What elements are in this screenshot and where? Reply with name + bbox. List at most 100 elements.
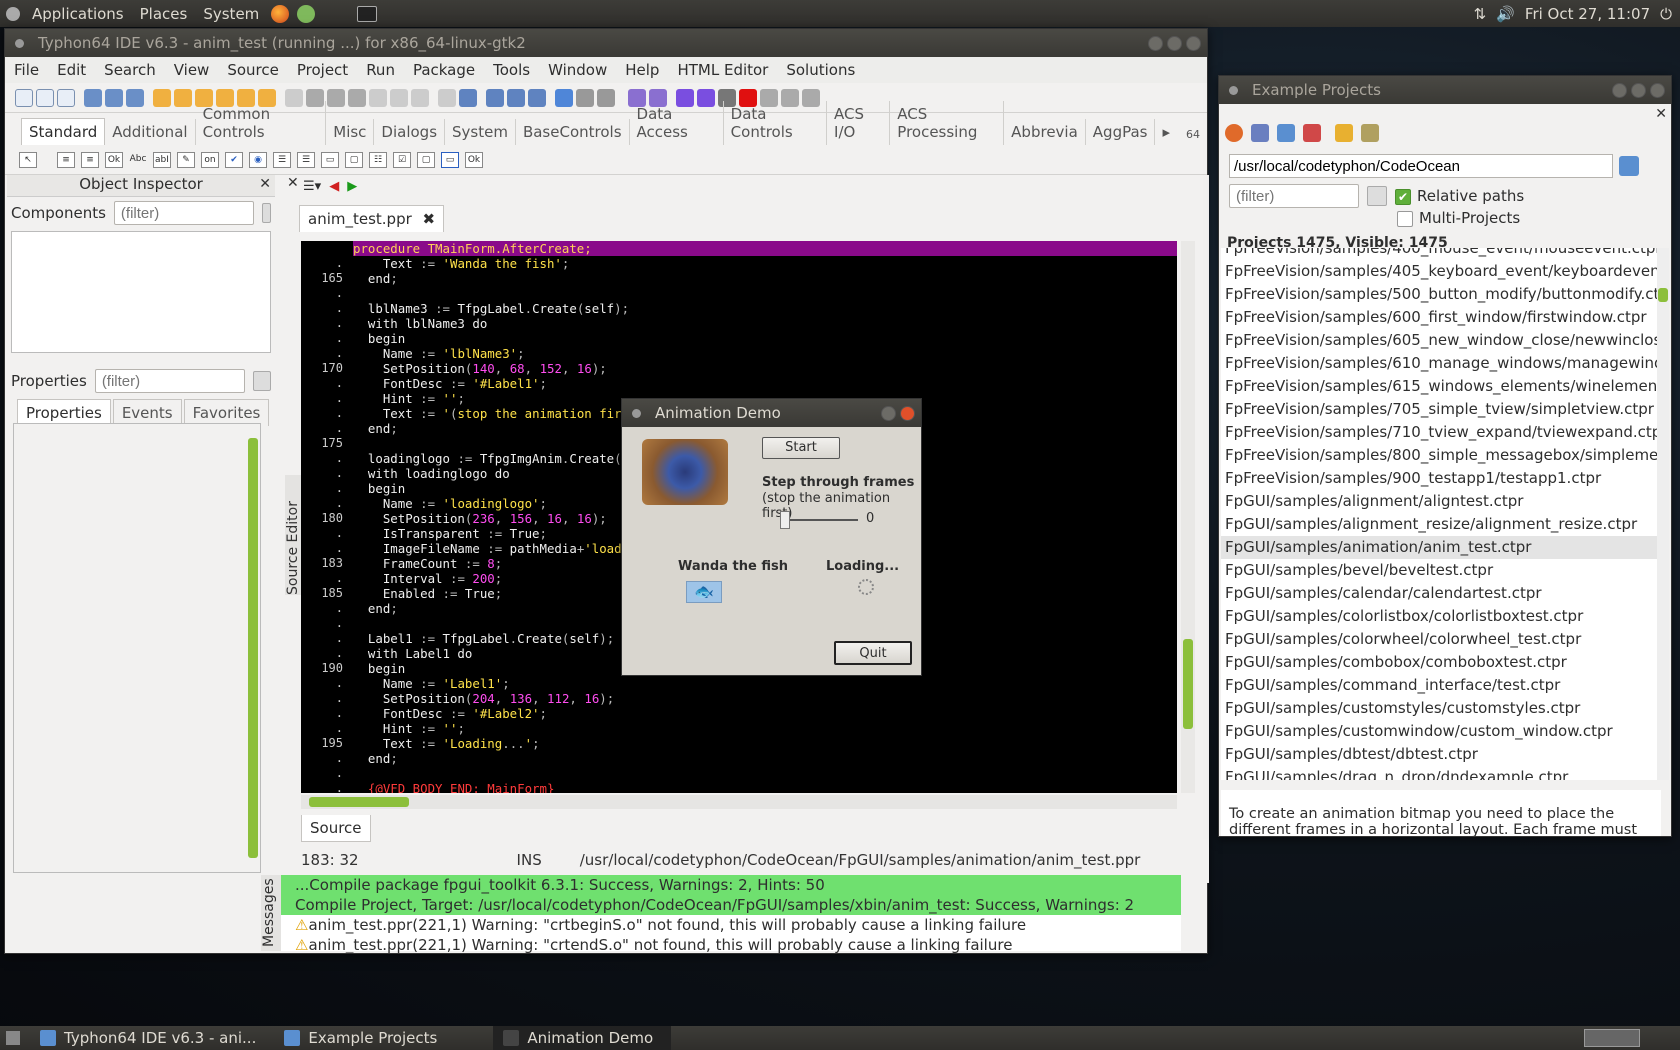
save-all-icon[interactable] xyxy=(327,88,345,107)
project-list-item[interactable]: FpFreeVision/samples/710_tview_expand/tv… xyxy=(1221,421,1661,444)
tab-basecontrols[interactable]: BaseControls xyxy=(516,119,630,145)
new-unit-icon[interactable] xyxy=(57,88,75,107)
firefox-icon[interactable] xyxy=(271,4,290,23)
workspace-switcher[interactable] xyxy=(1584,1029,1640,1047)
message-line[interactable]: Compile Project, Target: /usr/local/code… xyxy=(281,895,1181,915)
project-list-item[interactable]: FpFreeVision/samples/705_simple_tview/si… xyxy=(1221,398,1661,421)
project-list-item[interactable]: FpGUI/samples/drag_n_drop/dndexample.ctp… xyxy=(1221,766,1661,780)
tab-data-access[interactable]: Data Access xyxy=(630,101,724,145)
project-list-item[interactable]: FpGUI/samples/bevel/beveltest.ctpr xyxy=(1221,559,1661,582)
example-projects-titlebar[interactable]: Example Projects xyxy=(1219,76,1671,104)
scroll-thumb[interactable] xyxy=(1658,288,1668,302)
tgroupbox-icon[interactable]: ▢ xyxy=(345,151,363,168)
relative-paths-checkbox[interactable]: ✔ Relative paths xyxy=(1395,187,1524,205)
clear-filter-icon[interactable] xyxy=(252,371,271,391)
close-icon[interactable]: ✕ xyxy=(259,176,271,192)
code-line[interactable]: FontDesc := '#Label2'; xyxy=(353,706,1177,721)
delete-icon[interactable] xyxy=(1303,124,1321,142)
tradiogroup-icon[interactable]: ☷ xyxy=(369,151,387,168)
applications-menu[interactable]: Applications xyxy=(24,5,132,23)
project-list-item[interactable]: FpFreeVision/samples/800_simple_messageb… xyxy=(1221,444,1661,467)
tab-common-controls[interactable]: Common Controls xyxy=(196,101,327,145)
tradiobutton-icon[interactable]: ◉ xyxy=(249,151,267,168)
task-example-projects[interactable]: Example Projects xyxy=(274,1029,455,1047)
mainmenu-icon[interactable]: ≡ xyxy=(57,151,75,168)
clear-filter-icon[interactable] xyxy=(261,203,271,223)
task-animation-demo[interactable]: Animation Demo xyxy=(493,1026,672,1050)
tcheckgroup-icon[interactable]: ☑ xyxy=(393,151,411,168)
code-line[interactable]: Text := 'Loading...'; xyxy=(353,736,1177,751)
tbutton-icon[interactable]: Ok xyxy=(105,151,123,168)
project-list-item[interactable]: FpGUI/samples/colorwheel/colorwheel_test… xyxy=(1221,628,1661,651)
projects-list[interactable]: FpFreeVision/samples/400_mouse_event/mou… xyxy=(1221,248,1661,780)
start-button[interactable]: Start xyxy=(762,437,840,459)
project-list-item[interactable]: FpGUI/samples/animation/anim_test.ctpr xyxy=(1221,536,1661,559)
menu-tools[interactable]: Tools xyxy=(484,61,539,79)
tmemo-icon[interactable]: ✎ xyxy=(177,151,195,168)
menu-search[interactable]: Search xyxy=(95,61,165,79)
minimize-button[interactable] xyxy=(1612,82,1627,98)
window-menu-icon[interactable] xyxy=(1229,85,1238,95)
close-tab-icon[interactable]: ✖ xyxy=(423,210,436,228)
power-icon[interactable]: ⏻ xyxy=(1660,5,1672,23)
tlistbox-icon[interactable]: ☰ xyxy=(273,151,291,168)
ttogglebox-icon[interactable]: on xyxy=(201,151,219,168)
copy-icon[interactable] xyxy=(348,88,366,107)
code-line[interactable]: Text := 'Wanda the fish'; xyxy=(353,256,1177,271)
properties-filter-input[interactable] xyxy=(94,369,245,393)
editor-horizontal-scrollbar[interactable] xyxy=(301,795,1177,809)
code-line[interactable]: begin xyxy=(353,331,1177,346)
jump-forward-icon[interactable]: ▶ xyxy=(347,179,357,194)
code-line[interactable]: end; xyxy=(353,751,1177,766)
replace-icon[interactable] xyxy=(105,88,123,107)
pointer-icon[interactable]: ↖ xyxy=(19,151,37,168)
tab-favorites[interactable]: Favorites xyxy=(183,399,270,426)
menu-file[interactable]: File xyxy=(5,61,48,79)
arrange-icon[interactable] xyxy=(528,88,546,107)
tab-additional[interactable]: Additional xyxy=(105,119,196,145)
task-ide[interactable]: Typhon64 IDE v6.3 - ani... xyxy=(30,1029,274,1047)
build-modes-icon[interactable] xyxy=(597,88,615,107)
tab-properties[interactable]: Properties xyxy=(17,399,111,426)
property-grid-scrollbar[interactable] xyxy=(248,438,258,858)
project-list-item[interactable]: FpGUI/samples/customwindow/custom_window… xyxy=(1221,720,1661,743)
root-path-input[interactable] xyxy=(1229,154,1613,178)
multi-projects-checkbox[interactable]: Multi-Projects xyxy=(1397,209,1520,227)
close-button[interactable] xyxy=(1186,35,1201,51)
tscrollbar-icon[interactable]: ▭ xyxy=(321,151,339,168)
close-icon[interactable]: ✕ xyxy=(1655,106,1667,122)
tedit-icon[interactable]: abI xyxy=(153,151,171,168)
ide-titlebar[interactable]: Typhon64 IDE v6.3 - anim_test (running .… xyxy=(5,29,1207,57)
minimize-button[interactable] xyxy=(881,405,896,421)
projects-filter-input[interactable] xyxy=(1229,184,1359,208)
project-list-item[interactable]: FpFreeVision/samples/615_windows_element… xyxy=(1221,375,1661,398)
tframe-icon[interactable]: ▭ xyxy=(441,151,459,168)
property-grid[interactable] xyxy=(13,423,261,873)
tab-data-controls[interactable]: Data Controls xyxy=(724,101,828,145)
message-line[interactable]: ⚠anim_test.ppr(221,1) Warning: "crtendS.… xyxy=(281,935,1181,955)
menu-run[interactable]: Run xyxy=(357,61,404,79)
menu-source[interactable]: Source xyxy=(218,61,288,79)
jump-back-icon[interactable]: ◀ xyxy=(329,179,339,194)
menu-view[interactable]: View xyxy=(165,61,219,79)
layout-icon[interactable] xyxy=(507,88,525,107)
code-line[interactable]: end; xyxy=(353,271,1177,286)
menu-solutions[interactable]: Solutions xyxy=(777,61,864,79)
maximize-button[interactable] xyxy=(1167,35,1182,51)
code-line[interactable]: procedure TMainForm.AfterCreate; xyxy=(353,241,1177,256)
project-list-item[interactable]: FpFreeVision/samples/405_keyboard_event/… xyxy=(1221,260,1661,283)
open-project-icon[interactable] xyxy=(153,88,171,107)
project-list-item[interactable]: FpGUI/samples/alignment_resize/alignment… xyxy=(1221,513,1661,536)
build-example-icon[interactable] xyxy=(1277,124,1295,142)
tab-standard[interactable]: Standard xyxy=(21,118,106,145)
scroll-thumb[interactable] xyxy=(309,797,409,807)
window-menu-icon[interactable] xyxy=(632,408,641,418)
search-icon[interactable] xyxy=(84,88,102,107)
component-tree[interactable] xyxy=(11,231,271,353)
code-line[interactable] xyxy=(353,286,1177,301)
tab-dialogs[interactable]: Dialogs xyxy=(374,119,446,145)
project-list-item[interactable]: FpGUI/samples/customstyles/customstyles.… xyxy=(1221,697,1661,720)
package-icon[interactable] xyxy=(438,88,456,107)
browse-folder-icon[interactable] xyxy=(1619,156,1639,176)
close-button[interactable] xyxy=(1650,82,1665,98)
